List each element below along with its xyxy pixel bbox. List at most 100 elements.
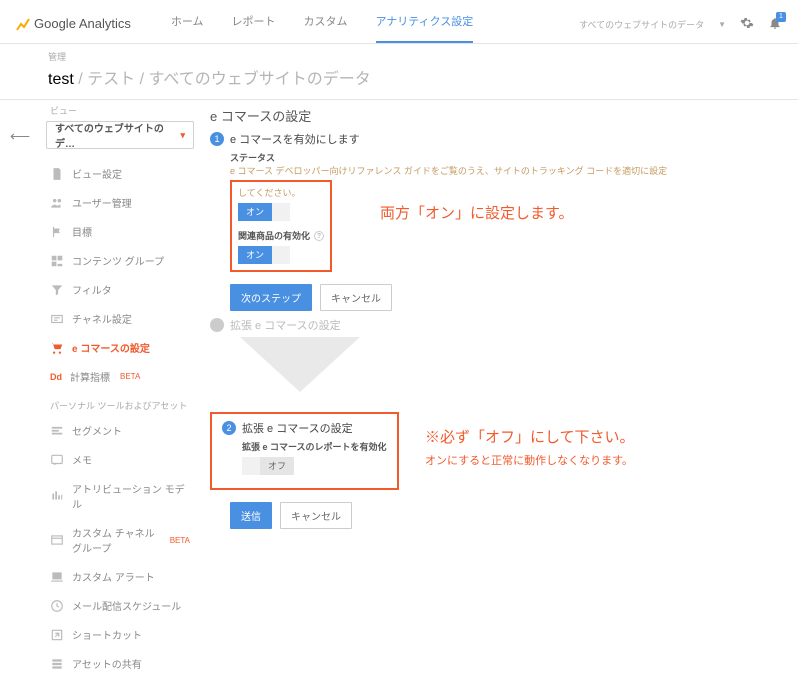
sidebar-item-filter[interactable]: フィルタ [40, 275, 200, 304]
beta-badge: BETA [170, 536, 190, 545]
channel-icon [50, 312, 64, 326]
sidebar-item-label: メモ [72, 452, 92, 467]
users-icon [50, 196, 64, 210]
back-column: ⟵ [0, 100, 40, 630]
sidebar-item-label: e コマースの設定 [72, 340, 150, 355]
status-help-2: してください。 [238, 186, 324, 199]
top-tabs: ホーム レポート カスタム アナリティクス設定 [171, 0, 473, 43]
sidebar-item-label: 計算指標 [70, 369, 110, 384]
step1-buttons: 次のステップ キャンセル [230, 284, 788, 311]
step2-grey-title: 拡張 e コマースの設定 [230, 317, 341, 333]
tab-admin[interactable]: アナリティクス設定 [376, 13, 474, 43]
filter-icon [50, 283, 64, 297]
scope-text: すべてのウェブサイトのデータ [579, 18, 704, 31]
sidebar-item-custom-channel[interactable]: カスタム チャネル グループ BETA [40, 518, 200, 562]
sidebar-item-user-mgmt[interactable]: ユーザー管理 [40, 188, 200, 217]
breadcrumb: test / テスト / すべてのウェブサイトのデータ [48, 65, 750, 89]
chevron-down-icon: ▾ [180, 130, 185, 141]
brand-text: Google Analytics [34, 16, 131, 31]
shortcut-icon [50, 628, 64, 642]
sidebar-item-asset-share[interactable]: アセットの共有 [40, 649, 200, 678]
tab-report[interactable]: レポート [232, 13, 276, 43]
content-icon [50, 254, 64, 268]
related-label-text: 関連商品の有効化 [238, 231, 310, 241]
sidebar-item-label: セグメント [72, 423, 122, 438]
step2-header: 2 拡張 e コマースの設定 [222, 420, 387, 436]
flag-icon [50, 225, 64, 239]
doc-icon [50, 167, 64, 181]
scope-dropdown-icon[interactable]: ▼ [718, 20, 726, 29]
sidebar-group-label: パーソナル ツールおよびアセット [40, 391, 200, 416]
breadcrumb-row: 管理 test / テスト / すべてのウェブサイトのデータ [0, 44, 798, 100]
sidebar-item-label: ユーザー管理 [72, 195, 132, 210]
tab-home[interactable]: ホーム [171, 13, 204, 43]
view-select[interactable]: すべてのウェブサイトのデ… ▾ [46, 121, 194, 149]
sidebar-item-ecommerce[interactable]: e コマースの設定 [40, 333, 200, 362]
annotation-box-2: 2 拡張 e コマースの設定 拡張 e コマースのレポートを有効化 オフ [210, 412, 399, 490]
sidebar-item-mail-schedule[interactable]: メール配信スケジュール [40, 591, 200, 620]
sidebar-item-label: フィルタ [72, 282, 112, 297]
sidebar-item-custom-alert[interactable]: カスタム アラート [40, 562, 200, 591]
segment-icon [50, 424, 64, 438]
cancel-button-2[interactable]: キャンセル [280, 502, 352, 529]
next-step-button[interactable]: 次のステップ [230, 284, 312, 311]
toggle-off-half [272, 203, 290, 221]
sidebar-item-attribution[interactable]: アトリビューション モデル [40, 474, 200, 518]
dd-icon: Dd [50, 372, 62, 382]
top-right: すべてのウェブサイトのデータ ▼ 1 [579, 16, 782, 33]
enhanced-toggle[interactable]: オフ [242, 457, 294, 475]
view-select-value: すべてのウェブサイトのデ… [55, 120, 180, 150]
step2-title: 拡張 e コマースの設定 [242, 420, 353, 436]
sidebar-item-segment[interactable]: セグメント [40, 416, 200, 445]
sidebar-item-label: カスタム チャネル グループ [72, 525, 160, 555]
cart-icon [50, 341, 64, 355]
sidebar-item-label: アセットの共有 [72, 656, 142, 671]
gear-icon[interactable] [740, 16, 754, 33]
notification-badge: 1 [776, 12, 786, 22]
related-label: 関連商品の有効化? [238, 229, 324, 242]
sidebar-item-label: ビュー設定 [72, 166, 122, 181]
sidebar-item-label: チャネル設定 [72, 311, 132, 326]
logo: Google Analytics [16, 16, 131, 31]
sidebar-item-channel[interactable]: チャネル設定 [40, 304, 200, 333]
toggle-on-label: オン [238, 246, 272, 264]
bell-icon[interactable]: 1 [768, 16, 782, 33]
beta-badge: BETA [120, 372, 140, 381]
attribution-icon [50, 489, 64, 503]
sidebar-item-label: カスタム アラート [72, 569, 155, 584]
cchannel-icon [50, 533, 64, 547]
alert-icon [50, 570, 64, 584]
step2-buttons: 送信 キャンセル [230, 502, 788, 529]
sidebar-item-shortcut[interactable]: ショートカット [40, 620, 200, 649]
related-toggle[interactable]: オン [238, 246, 290, 264]
help-icon[interactable]: ? [314, 231, 324, 241]
annotation-text-3: オンにすると正常に動作しなくなります。 [425, 452, 633, 468]
step-number-2: 2 [222, 421, 236, 435]
sidebar-item-label: コンテンツ グループ [72, 253, 164, 268]
back-icon[interactable]: ⟵ [10, 128, 30, 144]
step2-body: 拡張 e コマースのレポートを有効化 オフ [242, 440, 387, 478]
memo-icon [50, 453, 64, 467]
sidebar-item-label: 目標 [72, 224, 92, 239]
sidebar-item-content-group[interactable]: コンテンツ グループ [40, 246, 200, 275]
status-label: ステータス [230, 151, 788, 164]
tab-custom[interactable]: カスタム [304, 13, 348, 43]
annotation-text-2: ※必ず「オフ」にして下さい。 [425, 426, 635, 447]
status-help: e コマース デベロッパー向けリファレンス ガイドをご覧のうえ、サイトのトラッキ… [230, 166, 788, 178]
annotation-text-1: 両方「オン」に設定します。 [380, 202, 574, 223]
main-content: e コマースの設定 1 e コマースを有効にします ステータス e コマース デ… [200, 100, 798, 630]
body: ⟵ ビュー すべてのウェブサイトのデ… ▾ ビュー設定 ユーザー管理 目標 コン… [0, 100, 798, 630]
cancel-button[interactable]: キャンセル [320, 284, 392, 311]
step2-header-grey: 拡張 e コマースの設定 [210, 317, 788, 333]
sidebar-item-calc-metrics[interactable]: Dd 計算指標 BETA [40, 362, 200, 391]
step1-header: 1 e コマースを有効にします [210, 131, 788, 147]
step1-title: e コマースを有効にします [230, 131, 360, 147]
status-toggle[interactable]: オン [238, 203, 290, 221]
breadcrumb-account: test [48, 71, 74, 88]
sidebar-item-label: アトリビューション モデル [72, 481, 190, 511]
sidebar-item-memo[interactable]: メモ [40, 445, 200, 474]
sidebar-item-goals[interactable]: 目標 [40, 217, 200, 246]
enhanced-report-label: 拡張 e コマースのレポートを有効化 [242, 440, 387, 453]
sidebar-item-view-settings[interactable]: ビュー設定 [40, 159, 200, 188]
send-button[interactable]: 送信 [230, 502, 272, 529]
